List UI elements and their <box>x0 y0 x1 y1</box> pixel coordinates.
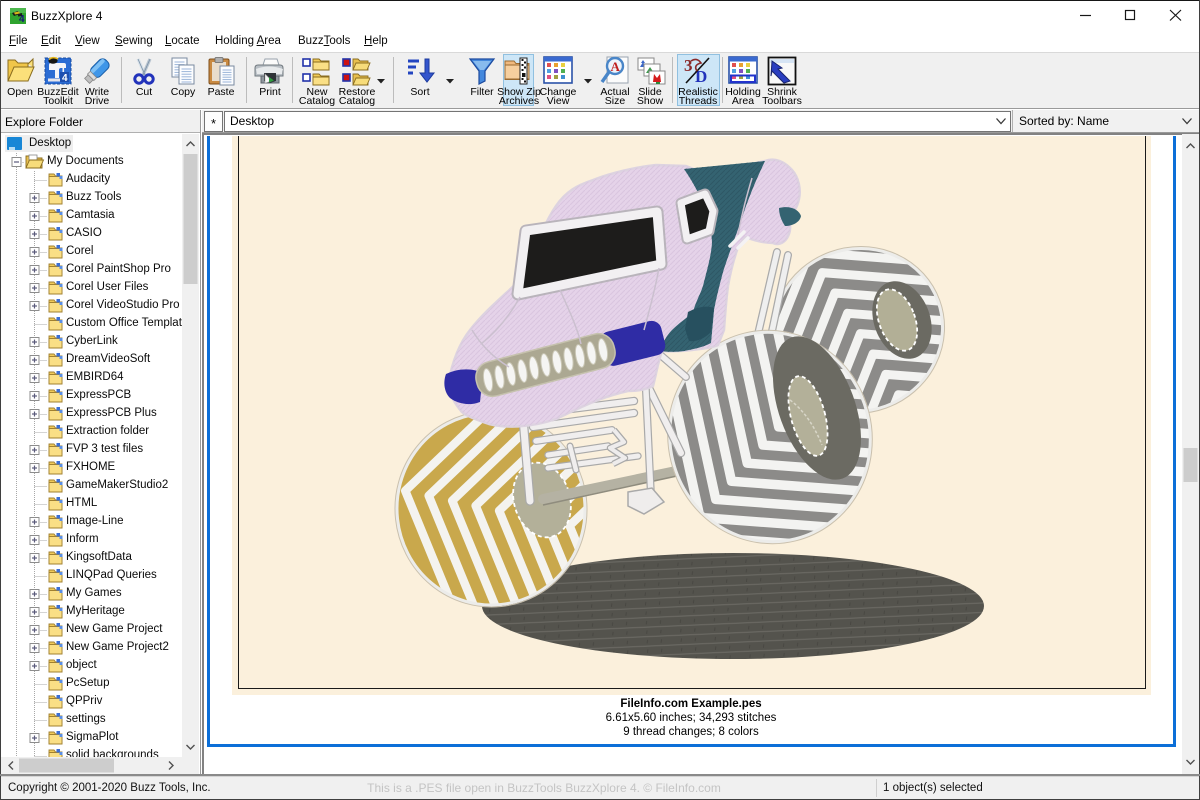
svg-text:A: A <box>611 59 621 74</box>
svg-text:4: 4 <box>19 14 25 24</box>
svg-text:3: 3 <box>684 56 693 75</box>
svg-text:4: 4 <box>62 73 68 84</box>
